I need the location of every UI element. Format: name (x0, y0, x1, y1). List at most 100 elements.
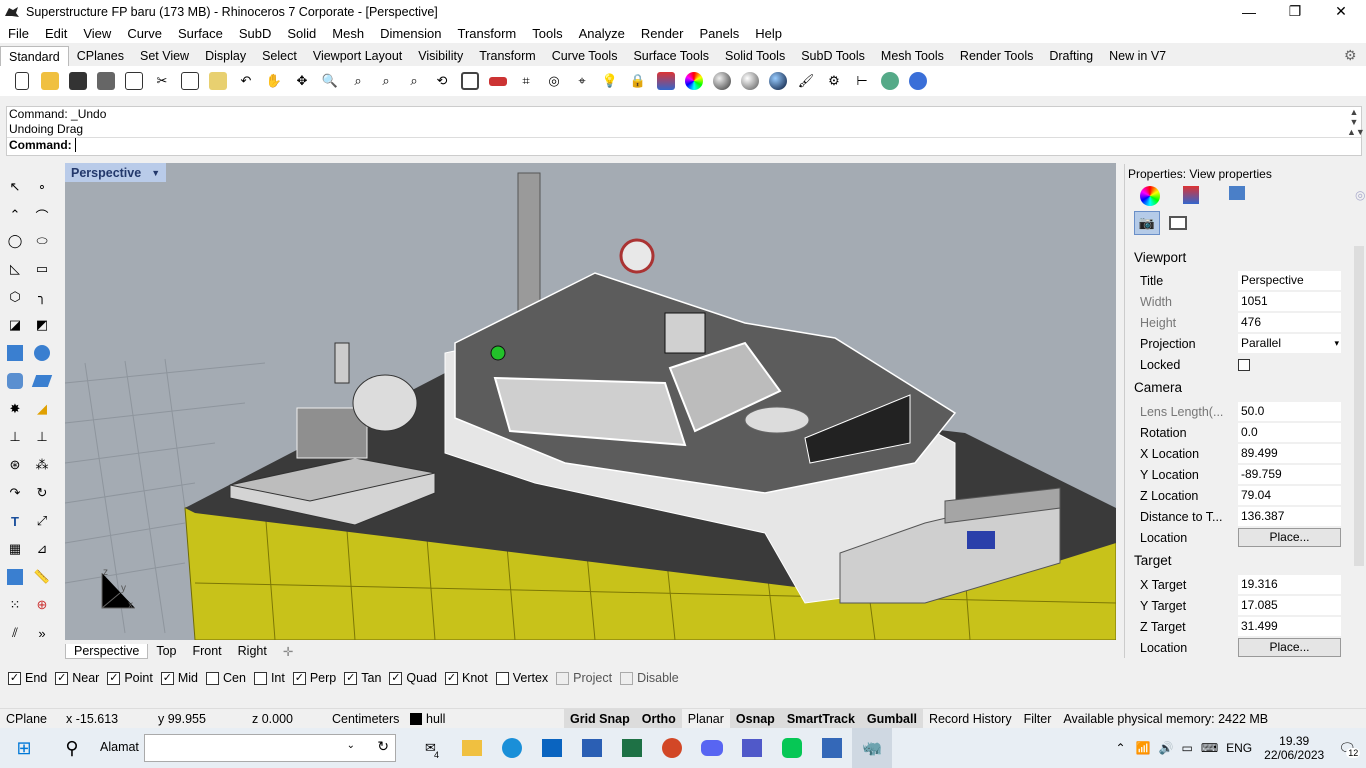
taskbar-outlook[interactable] (532, 728, 572, 768)
prop-distance-field[interactable]: 136.387 (1238, 507, 1341, 526)
rectangle-tool[interactable]: ▭ (31, 258, 53, 280)
print-button[interactable] (92, 68, 120, 94)
options-button[interactable]: ⚙ (820, 68, 848, 94)
start-button[interactable]: ⊞ (0, 728, 48, 768)
notifications-button[interactable]: 🗨 12 (1338, 740, 1361, 758)
green-light[interactable] (490, 345, 506, 361)
cplane-indicator[interactable]: CPlane (0, 709, 60, 729)
osnap-end[interactable]: ✓ End (8, 671, 47, 685)
cplane-button[interactable]: ⌗ (512, 68, 540, 94)
taskbar-powerpoint[interactable] (652, 728, 692, 768)
osnap-cen[interactable]: Cen (206, 671, 246, 685)
menu-subd[interactable]: SubD (231, 26, 280, 41)
keyboard-icon[interactable]: ⌨ (1201, 741, 1218, 755)
tab-render-tools[interactable]: Render Tools (952, 46, 1041, 66)
osnap-int[interactable]: Int (253, 671, 285, 685)
prop-ytarget-field[interactable]: 17.085 (1238, 596, 1341, 615)
menu-tools[interactable]: Tools (524, 26, 570, 41)
target-place-button[interactable]: Place... (1238, 638, 1341, 657)
rotate-tool[interactable]: ↷ (4, 482, 26, 504)
tab-subd-tools[interactable]: SubD Tools (793, 46, 873, 66)
tab-right[interactable]: Right (230, 644, 275, 658)
osnap-tan-checkbox[interactable]: ✓ (344, 671, 358, 685)
rotate3d-tool[interactable]: ↻ (31, 482, 53, 504)
taskbar-app[interactable] (812, 728, 852, 768)
osnap-vertex[interactable]: Vertex (495, 671, 548, 685)
tab-standard[interactable]: Standard (0, 46, 69, 66)
volume-icon[interactable]: 🔊 (1159, 741, 1174, 755)
snap-button[interactable]: ⌖ (568, 68, 596, 94)
projection-select[interactable]: Parallel ▾ (1238, 334, 1341, 353)
osnap-perp-checkbox[interactable]: ✓ (292, 671, 306, 685)
grid-array-tool[interactable]: ⁙ (4, 594, 26, 616)
toggle-smarttrack[interactable]: SmartTrack (780, 708, 861, 729)
radar-dish[interactable] (352, 374, 418, 432)
osnap-knot[interactable]: ✓ Knot (445, 671, 488, 685)
circle-tool[interactable]: ◯ (4, 230, 26, 252)
fillet-tool[interactable]: ╮ (31, 286, 53, 308)
lock-button[interactable]: 🔒 (624, 68, 652, 94)
solid-edit-tool[interactable] (4, 566, 26, 588)
prop-ztarget-field[interactable]: 31.499 (1238, 617, 1341, 636)
copy-button[interactable] (176, 68, 204, 94)
osnap-disable[interactable]: Disable (620, 671, 679, 685)
panel-options-icon[interactable]: ◎ (1355, 188, 1365, 202)
zoom-button[interactable]: 🔍 (316, 68, 344, 94)
menu-render[interactable]: Render (633, 26, 692, 41)
zoom-selected-button[interactable]: ⌕ (400, 68, 428, 94)
osnap-quad[interactable]: ✓ Quad (389, 671, 437, 685)
prop-xtarget-field[interactable]: 19.316 (1238, 575, 1341, 594)
tab-display[interactable]: Display (197, 46, 254, 66)
tab-viewport-layout[interactable]: Viewport Layout (305, 46, 410, 66)
tab-top[interactable]: Top (148, 644, 184, 658)
camera-place-button[interactable]: Place... (1238, 528, 1341, 547)
gear-icon[interactable]: ⚙ (1344, 47, 1357, 64)
dimension-tool[interactable]: ◢ (31, 398, 53, 420)
tab-curve-tools[interactable]: Curve Tools (544, 46, 626, 66)
zoom-window-button[interactable]: ⌕ (344, 68, 372, 94)
cylinder-tool[interactable] (4, 370, 26, 392)
object-properties-tab-icon[interactable] (1140, 186, 1160, 206)
close-button[interactable]: ✕ (1318, 0, 1364, 23)
menu-view[interactable]: View (75, 26, 119, 41)
render-button[interactable] (764, 68, 792, 94)
menu-panels[interactable]: Panels (691, 26, 747, 41)
select-point-button[interactable]: ◎ (540, 68, 568, 94)
ungroup-tool[interactable]: ⁂ (31, 454, 53, 476)
group-tool[interactable]: ⊛ (4, 454, 26, 476)
network-icon[interactable]: 📶 (1136, 741, 1151, 755)
tab-cplanes[interactable]: CPlanes (69, 46, 132, 66)
refresh-icon[interactable]: ↻ (377, 738, 389, 755)
dimension-button[interactable]: ⊢ (848, 68, 876, 94)
perspective-viewport[interactable]: z y x (65, 163, 1116, 640)
menu-analyze[interactable]: Analyze (571, 26, 633, 41)
taskbar-discord[interactable] (692, 728, 732, 768)
panel-scrollbar[interactable] (1354, 246, 1364, 566)
osnap-project-checkbox[interactable] (556, 671, 570, 685)
point-tool[interactable]: ∘ (31, 176, 53, 198)
polyline-tool[interactable]: ⌃ (4, 204, 26, 226)
taskbar-excel[interactable] (612, 728, 652, 768)
cut-button[interactable]: ✂ (148, 68, 176, 94)
osnap-point[interactable]: ✓ Point (107, 671, 153, 685)
tab-transform[interactable]: Transform (471, 46, 544, 66)
help-button[interactable] (904, 68, 932, 94)
command-scrollbar[interactable]: ▲ ▼ ▲▼ (1347, 107, 1365, 155)
pan-button[interactable]: ✋ (260, 68, 288, 94)
tab-select[interactable]: Select (254, 46, 305, 66)
import-button[interactable] (120, 68, 148, 94)
tab-front[interactable]: Front (184, 644, 229, 658)
osnap-cen-checkbox[interactable] (206, 671, 219, 685)
four-view-button[interactable] (456, 68, 484, 94)
osnap-mid-checkbox[interactable]: ✓ (160, 671, 174, 685)
shaded-button[interactable] (708, 68, 736, 94)
menu-transform[interactable]: Transform (449, 26, 524, 41)
taskbar-explorer[interactable] (452, 728, 492, 768)
undo-button[interactable]: ↶ (232, 68, 260, 94)
toggle-filter[interactable]: Filter (1018, 709, 1058, 729)
menu-dimension[interactable]: Dimension (372, 26, 449, 41)
command-prompt[interactable]: Command: (7, 137, 1361, 153)
tab-surface-tools[interactable]: Surface Tools (625, 46, 717, 66)
osnap-end-checkbox[interactable]: ✓ (8, 671, 21, 685)
menu-surface[interactable]: Surface (170, 26, 231, 41)
